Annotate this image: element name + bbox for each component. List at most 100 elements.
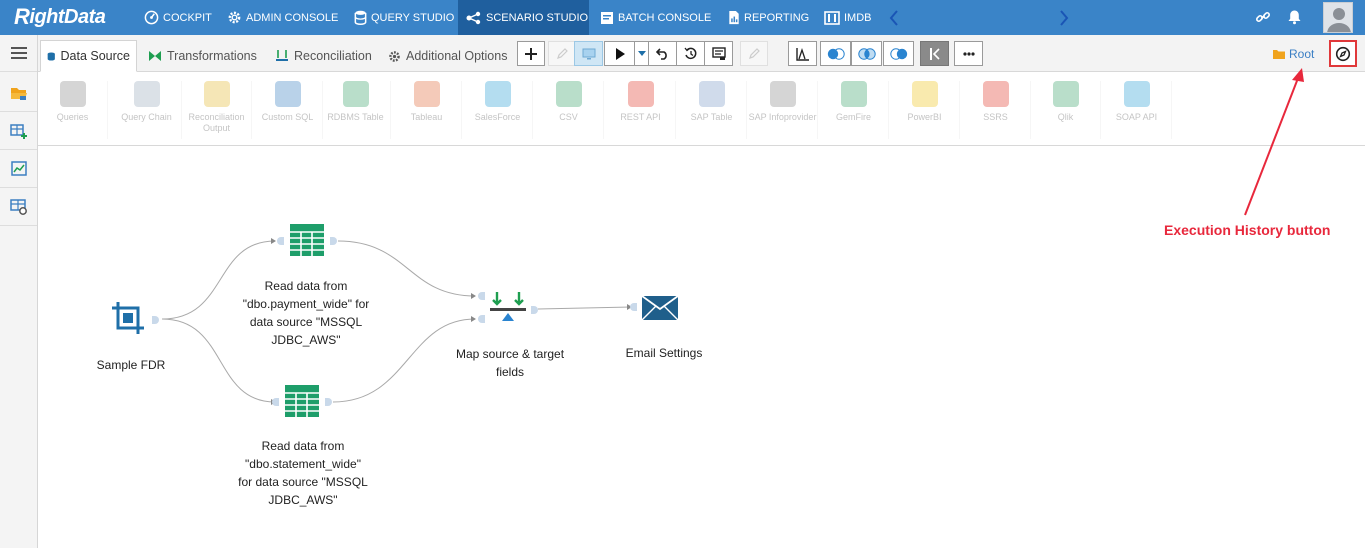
execution-history-button[interactable] — [1329, 40, 1357, 67]
input-port[interactable] — [277, 237, 284, 245]
connector-icon — [982, 81, 1009, 107]
table-grid-icon — [285, 385, 319, 417]
nav-scroll-left-icon[interactable] — [886, 8, 902, 28]
palette-item-tableau[interactable]: Tableau — [392, 81, 462, 139]
palette-item-queries[interactable]: Queries — [38, 81, 108, 139]
top-navigation-bar: RightData COCKPIT ADMIN CONSOLE QUERY ST… — [0, 0, 1365, 35]
nav-admin-console[interactable]: ADMIN CONSOLE — [219, 0, 346, 35]
right-join-button[interactable] — [883, 41, 914, 66]
node-sample-fdr[interactable] — [110, 300, 146, 336]
palette-item-gemfire[interactable]: GemFire — [819, 81, 889, 139]
node-read-payment[interactable] — [290, 224, 324, 256]
play-icon — [615, 47, 625, 60]
scenario-canvas[interactable]: Sample FDR Read data from "dbo.payment_w… — [38, 146, 1365, 548]
palette-item-rest-api[interactable]: REST API — [606, 81, 676, 139]
root-label: Root — [1289, 46, 1315, 61]
palette-item-reconciliation-output[interactable]: Reconciliation Output — [182, 81, 252, 139]
settings-table-button[interactable] — [0, 189, 37, 226]
transform-icon — [149, 51, 161, 61]
collapse-panel-button[interactable] — [920, 41, 949, 66]
nav-reporting[interactable]: REPORTING — [720, 0, 817, 35]
palette-label: GemFire — [835, 112, 871, 122]
node-label-sample-fdr: Sample FDR — [96, 358, 166, 372]
compass-history-icon — [1335, 46, 1351, 61]
bell-icon[interactable] — [1287, 9, 1302, 25]
tab-reconciliation[interactable]: Reconciliation — [269, 40, 378, 72]
tab-additional-options[interactable]: Additional Options — [382, 40, 513, 72]
palette-item-custom-sql[interactable]: Custom SQL — [253, 81, 323, 139]
link-icon[interactable] — [1255, 9, 1271, 25]
add-scenario-button[interactable] — [0, 113, 37, 150]
add-button[interactable] — [517, 41, 545, 66]
palette-item-sap-table[interactable]: SAP Table — [677, 81, 747, 139]
run-button[interactable] — [604, 41, 635, 66]
palette-item-query-chain[interactable]: Query Chain — [112, 81, 182, 139]
palette-item-soap-api[interactable]: SOAP API — [1102, 81, 1172, 139]
history-icon — [683, 47, 696, 59]
nav-imdb[interactable]: IMDB — [816, 0, 880, 35]
connector-icon — [840, 81, 867, 107]
scenario-graph-button[interactable] — [788, 41, 817, 66]
connector-icon — [133, 81, 160, 107]
nav-cockpit[interactable]: COCKPIT — [136, 0, 220, 35]
input-port[interactable] — [630, 303, 637, 311]
palette-item-sap-infoprovider[interactable]: SAP Infoprovider — [748, 81, 818, 139]
nav-label: QUERY STUDIO — [371, 11, 455, 24]
tab-transformations[interactable]: Transformations — [142, 40, 263, 72]
palette-label: SalesForce — [474, 112, 521, 122]
right-join-icon — [889, 47, 907, 60]
tab-data-source[interactable]: Data Source — [40, 40, 137, 72]
palette-label: Query Chain — [121, 112, 172, 122]
annotation-label: Execution History button — [1164, 222, 1331, 238]
nav-label: ADMIN CONSOLE — [246, 11, 339, 24]
inner-join-button[interactable] — [851, 41, 882, 66]
rename-button[interactable] — [740, 41, 768, 66]
save-scenario-button[interactable] — [704, 41, 733, 66]
palette-item-csv[interactable]: CSV — [534, 81, 604, 139]
database-icon — [47, 51, 55, 61]
palette-item-qlik[interactable]: Qlik — [1031, 81, 1101, 139]
connector-palette: Queries Query Chain Reconciliation Output C… — [38, 73, 1365, 146]
palette-item-rdbms-table[interactable]: RDBMS Table — [321, 81, 391, 139]
open-scenario-button[interactable] — [0, 75, 37, 112]
nav-batch-console[interactable]: BATCH CONSOLE — [592, 0, 719, 35]
node-email-settings[interactable] — [641, 295, 679, 321]
node-map-fields[interactable] — [489, 291, 527, 325]
left-join-icon — [827, 47, 845, 60]
preview-button[interactable] — [574, 41, 603, 66]
input-port[interactable] — [272, 398, 279, 406]
palette-item-salesforce[interactable]: SalesForce — [463, 81, 533, 139]
tab-label: Additional Options — [406, 49, 508, 63]
palette-item-ssrs[interactable]: SSRS — [961, 81, 1031, 139]
more-options-button[interactable] — [954, 41, 983, 66]
palette-label: CSV — [559, 112, 578, 122]
table-grid-icon — [290, 224, 324, 256]
caret-down-icon — [637, 51, 646, 56]
nav-scenario-studio[interactable]: SCENARIO STUDIO — [458, 0, 589, 35]
dashboard-button[interactable] — [0, 151, 37, 188]
input-port[interactable] — [478, 292, 485, 300]
tab-label: Transformations — [167, 49, 257, 63]
palette-label: Tableau — [410, 112, 443, 122]
undo-button[interactable] — [648, 41, 677, 66]
node-read-statement[interactable] — [285, 385, 319, 417]
scenario-icon — [466, 11, 481, 24]
connector-icon — [342, 81, 369, 107]
rightdata-logo[interactable]: RightData — [14, 4, 106, 29]
hamburger-icon — [10, 47, 27, 59]
connector-icon — [911, 81, 938, 107]
user-avatar[interactable] — [1323, 2, 1353, 33]
run-dropdown-button[interactable] — [634, 41, 649, 66]
history-reset-button[interactable] — [676, 41, 705, 66]
edit-button[interactable] — [548, 41, 576, 66]
input-port[interactable] — [478, 315, 485, 323]
nav-query-studio[interactable]: QUERY STUDIO — [346, 0, 462, 35]
reconcile-icon — [276, 50, 288, 61]
left-join-button[interactable] — [820, 41, 851, 66]
nav-scroll-right-icon[interactable] — [1056, 8, 1072, 28]
palette-label: Qlik — [1057, 112, 1074, 122]
connector-icon — [769, 81, 796, 107]
menu-toggle-button[interactable] — [0, 35, 37, 72]
plus-icon — [525, 47, 537, 60]
palette-item-powerbi[interactable]: PowerBI — [890, 81, 960, 139]
